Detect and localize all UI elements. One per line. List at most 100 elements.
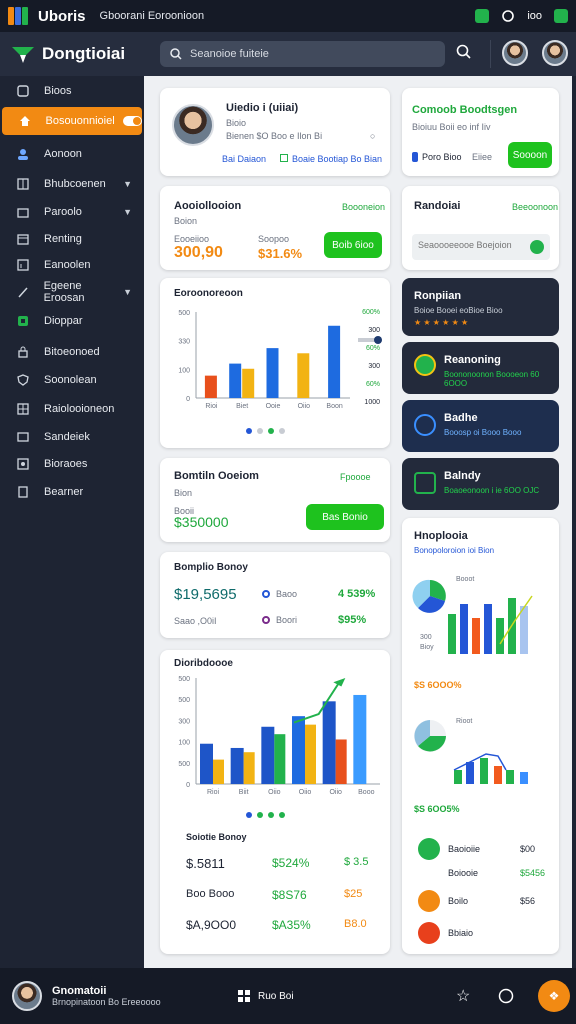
bar bbox=[200, 743, 213, 784]
sidebar-item-chart[interactable]: Eanoolen bbox=[0, 252, 144, 278]
balance-value: $350000 bbox=[174, 514, 229, 530]
rating-stars-icon: ★ ★ ★ ★ ★ ★ bbox=[414, 318, 469, 327]
header-divider bbox=[490, 40, 491, 68]
accounts-label-2: Soopoo bbox=[258, 234, 290, 244]
x-tick-label: Boon bbox=[326, 403, 342, 410]
dot-icon bbox=[262, 590, 270, 598]
checkbox-icon[interactable] bbox=[280, 154, 288, 162]
sidebar-item-dashboard[interactable]: Bioos bbox=[0, 78, 144, 104]
earnings-chart-card: Eoroonoreoon 500 330 100 0 Rioi Biet Ooie Oiio B… bbox=[160, 278, 390, 448]
random-link[interactable]: Beeoonoon bbox=[512, 202, 558, 212]
bottom-center-text: Ruo Boi bbox=[258, 990, 294, 1002]
connect-sub: Bioiuu Boii eo inf Iiv bbox=[412, 122, 491, 132]
star-icon[interactable]: ☆ bbox=[456, 986, 470, 1006]
connect-button[interactable]: Soooon bbox=[508, 142, 552, 168]
bar bbox=[230, 747, 244, 784]
y-tick-label: 0 bbox=[186, 782, 190, 789]
lock-icon bbox=[16, 345, 30, 359]
globe-icon[interactable] bbox=[498, 988, 514, 1004]
notification-icon[interactable] bbox=[475, 9, 490, 23]
side-label: 300 bbox=[368, 327, 380, 334]
sidebar-item-image[interactable]: Sandeiek bbox=[0, 424, 144, 450]
grid-icon[interactable] bbox=[238, 990, 250, 1002]
y-tick-label: 500 bbox=[178, 761, 190, 768]
y-tick-label: 500 bbox=[178, 310, 190, 317]
sidebar-item-pen[interactable]: Egeene Eroosan ▼ bbox=[0, 279, 144, 305]
user-avatar[interactable] bbox=[502, 40, 528, 66]
dark-card-4[interactable]: Balndy Boaoeonoon i ie 6OO OJC bbox=[402, 458, 559, 510]
menu-icon[interactable] bbox=[554, 9, 568, 23]
mini-chart-2 bbox=[414, 720, 528, 784]
y-tick-label: 330 bbox=[178, 339, 190, 346]
accounts-button[interactable]: Boib 6ioo bbox=[324, 232, 382, 258]
gift-icon bbox=[16, 314, 30, 328]
secondary-avatar[interactable] bbox=[542, 40, 568, 66]
app-title: Uboris bbox=[38, 7, 86, 25]
refresh-icon[interactable] bbox=[501, 9, 515, 23]
x-tick-label: Booo bbox=[358, 789, 374, 796]
right-panel: Hnoplooia Bonopoloroion ioi Bion Booot 3… bbox=[402, 518, 559, 954]
calendar-icon bbox=[16, 232, 30, 246]
sidebar-item-grid[interactable]: Bhubcoenen ▼ bbox=[0, 171, 144, 197]
pager-dots[interactable] bbox=[246, 812, 285, 818]
pager-dots[interactable] bbox=[246, 428, 285, 434]
bar bbox=[335, 739, 347, 784]
random-input-field[interactable] bbox=[418, 240, 528, 250]
status-text: ioo bbox=[527, 10, 542, 22]
sidebar-item-folder[interactable]: Paroolo ▼ bbox=[0, 199, 144, 225]
sidebar-item-doc[interactable]: Bearner bbox=[0, 479, 144, 505]
more-icon[interactable]: ○ bbox=[370, 131, 375, 141]
side-label: 60% bbox=[366, 381, 380, 388]
dark-card-3[interactable]: Badhe Booosp oi Booo Booo bbox=[402, 400, 559, 452]
dashboard-icon bbox=[16, 84, 30, 98]
trend-arrow-icon bbox=[333, 678, 346, 687]
bar bbox=[328, 325, 341, 398]
sidebar-item-photo[interactable]: Bioraoes bbox=[0, 451, 144, 477]
sidebar-item-active[interactable]: Bosouonnioiel bbox=[2, 107, 142, 135]
summary-value-1: $19,5695 bbox=[174, 586, 237, 603]
balance-button[interactable]: Bas Bonio bbox=[306, 504, 384, 530]
bar bbox=[274, 734, 286, 784]
go-icon[interactable] bbox=[530, 240, 544, 254]
side-label: 600% bbox=[362, 309, 380, 316]
accounts-label-1: Eooeiioo bbox=[174, 234, 210, 244]
bar bbox=[261, 726, 275, 784]
search-input[interactable] bbox=[190, 48, 430, 60]
app-subtitle: Gboorani Eoroonioon bbox=[99, 10, 205, 22]
search-button-icon[interactable] bbox=[456, 44, 472, 60]
profile-avatar[interactable] bbox=[172, 104, 214, 146]
sidebar: Bioos Bosouonnioiel Aonoon Bhubcoenen ▼ … bbox=[0, 76, 144, 968]
y-tick-label: 500 bbox=[178, 676, 190, 683]
dark-card-1[interactable]: Ronpiian Boioe Booei eoBioe Bioo ★ ★ ★ ★… bbox=[402, 278, 559, 336]
sidebar-item-lock[interactable]: Bitoeonoed bbox=[0, 339, 144, 365]
action-button[interactable]: ❖ bbox=[538, 980, 570, 1012]
reanoning-icon bbox=[414, 354, 436, 376]
sidebar-item-users[interactable]: Aonoon bbox=[0, 141, 144, 167]
y-tick-label: 100 bbox=[178, 740, 190, 747]
bottom-bar: Gnomatoii Brnopinatoon Bo Ereeoooo Ruo B… bbox=[0, 968, 576, 1024]
badge-icon bbox=[414, 414, 436, 436]
profile-link-1[interactable]: Bai Daiaon bbox=[222, 154, 266, 164]
bottom-avatar[interactable] bbox=[12, 981, 42, 1011]
mini-chart-1 bbox=[412, 579, 533, 654]
dark-card-2[interactable]: Reanoning Boononoonon Boooeon 60 6OOO bbox=[402, 342, 559, 394]
toggle-icon[interactable] bbox=[122, 116, 142, 126]
app-logo-icon bbox=[8, 5, 30, 27]
connect-card: Comoob Boodtsgen Bioiuu Boii eo inf Iiv … bbox=[402, 88, 559, 176]
sidebar-item-shield[interactable]: Soonolean bbox=[0, 367, 144, 393]
accounts-link[interactable]: Boooneion bbox=[342, 202, 385, 212]
random-input[interactable] bbox=[412, 234, 550, 260]
profile-link-2[interactable]: Boaie Bootiap Bo Bian bbox=[292, 154, 382, 164]
side-label: 60% bbox=[366, 345, 380, 352]
sidebar-item-gift[interactable]: Dioppar bbox=[0, 308, 144, 334]
chevron-down-icon: ▼ bbox=[123, 207, 132, 217]
sidebar-item-table[interactable]: Raiolooioneon bbox=[0, 396, 144, 422]
chart-icon bbox=[16, 258, 30, 272]
search-bar[interactable] bbox=[160, 41, 445, 67]
sidebar-item-calendar[interactable]: Renting bbox=[0, 226, 144, 252]
x-tick-label: Oiio bbox=[329, 789, 342, 796]
bar bbox=[322, 701, 336, 784]
item-3-icon bbox=[418, 890, 440, 912]
brand-icon bbox=[12, 45, 34, 63]
item-4-icon bbox=[418, 922, 440, 944]
